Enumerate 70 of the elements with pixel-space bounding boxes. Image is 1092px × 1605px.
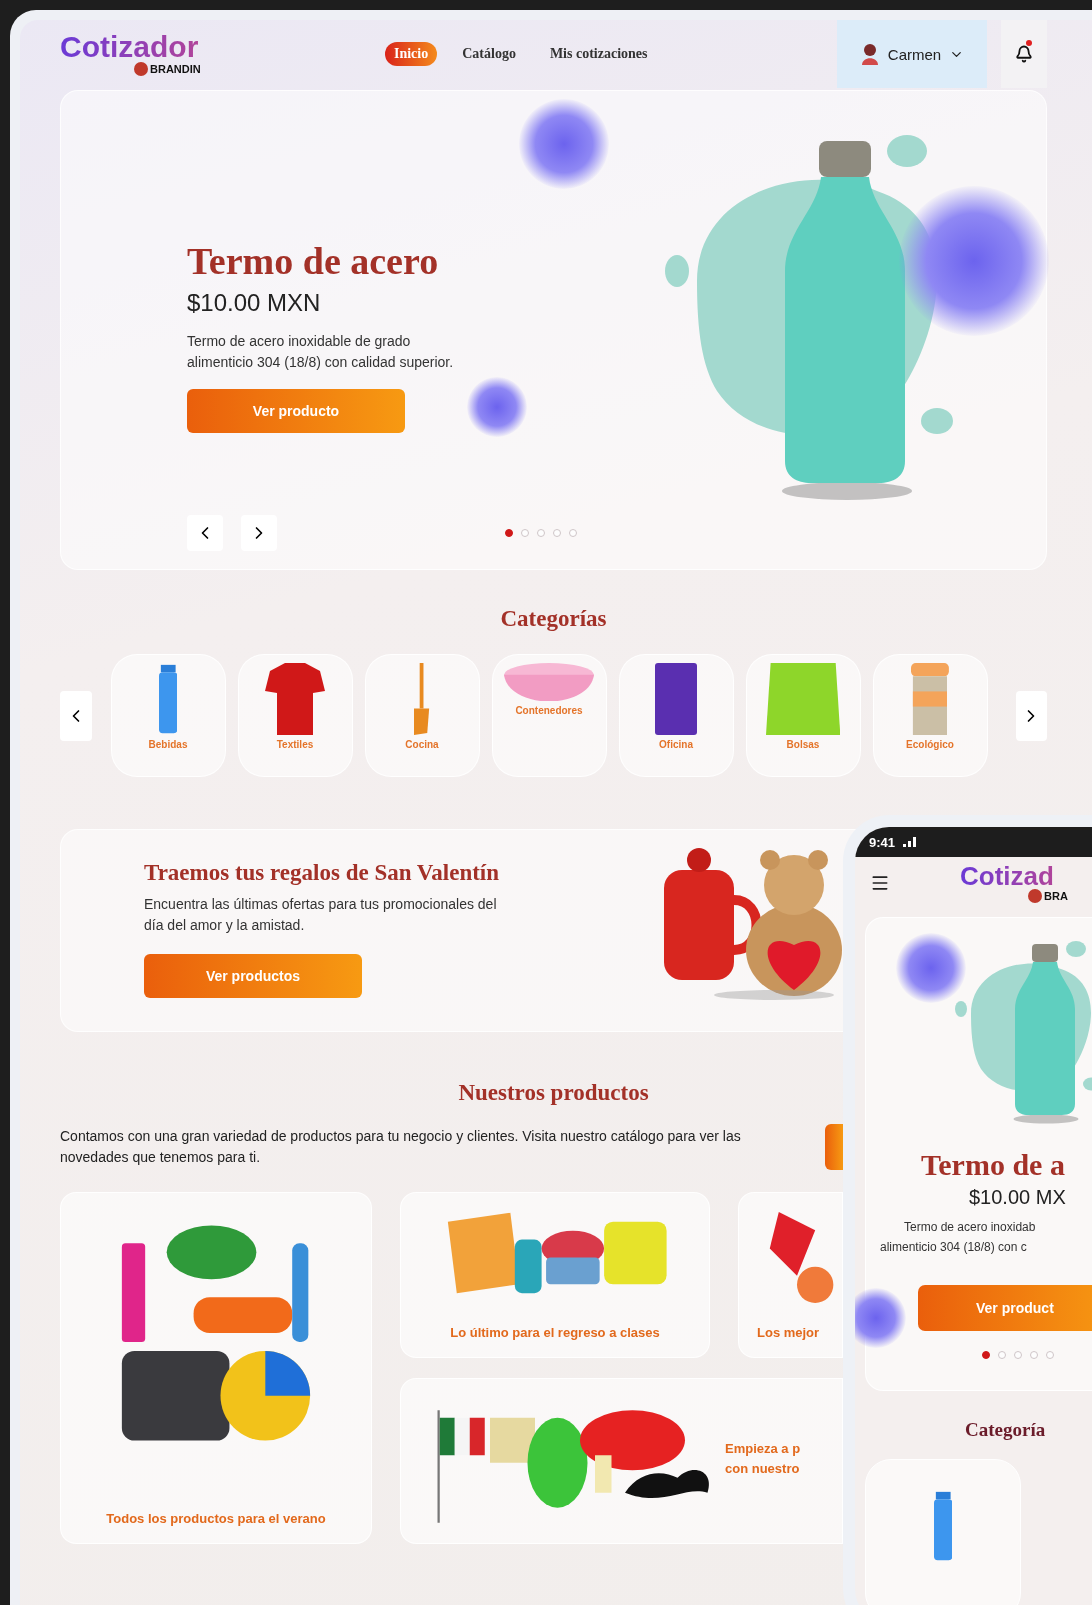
promo-text: Encuentra las últimas ofertas para tus promocionales del día del amor y la amistad. [144, 895, 498, 935]
product-card[interactable]: Todos los productos para el verano [60, 1192, 372, 1544]
brand-dot-icon [1028, 889, 1042, 903]
category-card[interactable] [865, 1459, 1021, 1605]
product-price: $10.00 MXN [187, 289, 322, 317]
previous-button[interactable] [187, 515, 223, 551]
previous-button[interactable] [60, 690, 92, 741]
carousel-dot[interactable] [505, 529, 513, 537]
category-label: Bolsas [786, 739, 820, 750]
category-label: Bebidas [148, 739, 188, 750]
product-card[interactable]: Lo último para el regreso a clases [400, 1192, 710, 1358]
card-caption: con nuestro [725, 1460, 801, 1478]
category-label: Contenedores [515, 704, 583, 716]
product-card[interactable]: Los mejor [738, 1192, 843, 1358]
carousel-dot[interactable] [1014, 1351, 1022, 1359]
category-card[interactable]: Bebidas [110, 654, 226, 777]
carousel-dot[interactable] [1046, 1351, 1054, 1359]
carousel-dot[interactable] [569, 529, 577, 537]
product-title: Termo de acero [187, 239, 440, 283]
category-card[interactable]: Textiles [237, 654, 353, 777]
next-button[interactable] [241, 515, 277, 551]
category-card[interactable]: Bolsas [745, 654, 861, 777]
carousel-dot[interactable] [982, 1351, 990, 1359]
category-label: Ecológico [906, 739, 954, 750]
brand-text: BRANDIN [150, 63, 201, 75]
brand-text: BRA [1044, 890, 1068, 902]
decor-blob [855, 1288, 906, 1348]
user-menu[interactable]: Carmen [837, 20, 987, 88]
status-time: 9:41 [869, 834, 896, 850]
next-button[interactable] [1015, 690, 1047, 741]
category-card[interactable]: Ecológico [872, 654, 988, 777]
section-title: Nuestros productos [457, 1080, 650, 1106]
card-caption: Lo último para el regreso a clases [450, 1324, 660, 1342]
carousel-dot[interactable] [553, 529, 561, 537]
nav-tab[interactable]: Inicio [385, 42, 438, 66]
card-caption: Los mejor [757, 1324, 820, 1342]
category-card[interactable]: Cocina [364, 654, 480, 777]
product-price: $10.00 MX [969, 1186, 1066, 1208]
section-title: Categorías [499, 606, 608, 632]
product-title: Termo de a [921, 1148, 1065, 1181]
bell-icon [1015, 45, 1033, 63]
category-card[interactable]: Oficina [618, 654, 734, 777]
promo-title: Traemos tus regalos de San Valentín [144, 860, 501, 886]
catalog-button[interactable] [825, 1124, 843, 1170]
menu-icon[interactable] [870, 873, 890, 893]
view-product-button[interactable]: Ver product [918, 1285, 1092, 1331]
view-products-button[interactable]: Ver productos [144, 954, 362, 998]
description-line: alimenticio 304 (18/8) con c [880, 1240, 1027, 1254]
card-caption: Todos los productos para el verano [106, 1510, 326, 1528]
category-label: Cocina [405, 739, 439, 750]
nav-tab[interactable]: Catálogo [453, 42, 525, 66]
category-label: Textiles [276, 739, 314, 750]
description-line: Termo de acero inoxidab [904, 1220, 1036, 1234]
nav-tab[interactable]: Mis cotizaciones [540, 42, 657, 66]
category-label: Oficina [659, 739, 693, 750]
brand-dot-icon [134, 62, 148, 76]
carousel-dot[interactable] [1030, 1351, 1038, 1359]
carousel-dot[interactable] [998, 1351, 1006, 1359]
card-caption: Empieza a p [725, 1440, 801, 1458]
category-card[interactable]: Contenedores [491, 654, 607, 777]
carousel-dot[interactable] [521, 529, 529, 537]
section-title: Categoría [965, 1419, 1046, 1440]
notifications-button[interactable] [1001, 20, 1047, 88]
view-product-button[interactable]: Ver producto [187, 389, 405, 433]
product-description: Termo de acero inoxidable de grado alimenticio 304 (18/8) con calidad superior. [187, 332, 455, 372]
signal-icon [903, 837, 918, 847]
carousel-dot[interactable] [537, 529, 545, 537]
avatar-icon [859, 43, 880, 65]
product-card[interactable]: Empieza a p con nuestro [400, 1378, 843, 1544]
products-description: Contamos con una gran variedad de productos para tu negocio y clientes. Visita nuestro catálogo para ver las novedades que tenemos para ti. [60, 1127, 742, 1167]
